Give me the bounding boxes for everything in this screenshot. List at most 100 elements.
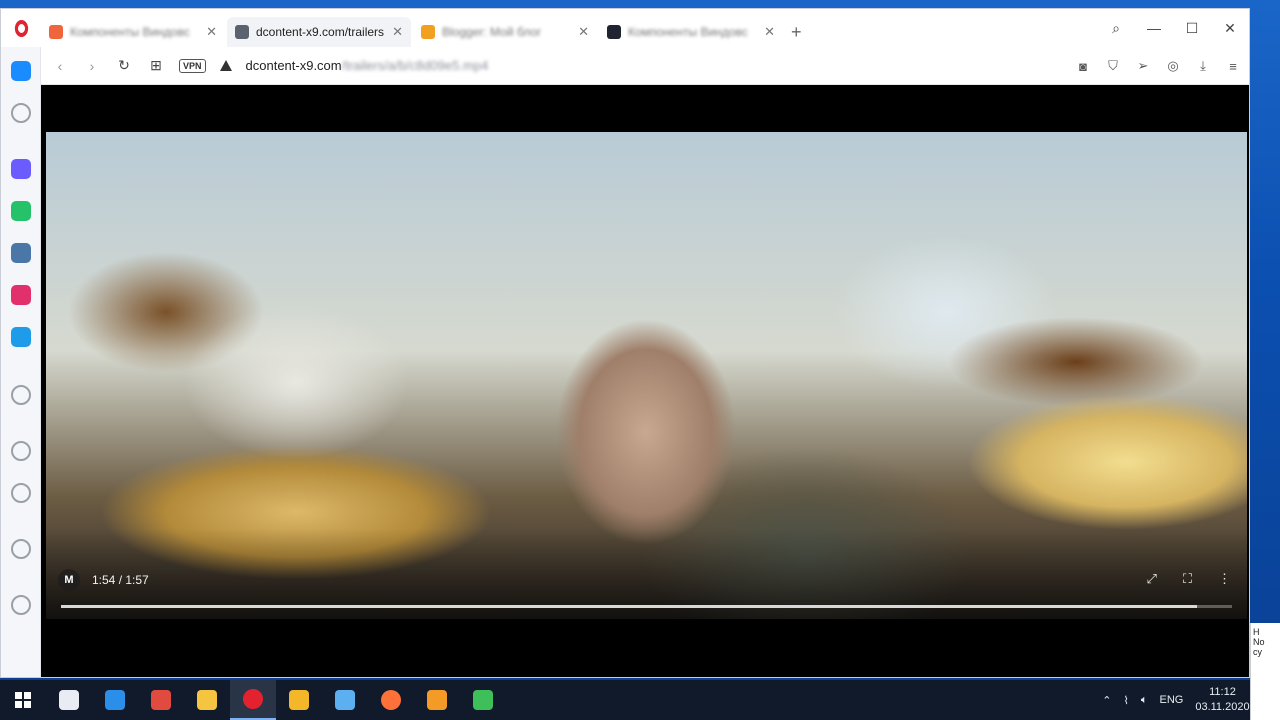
download-icon[interactable]: ⤓ <box>1195 58 1211 74</box>
tab-close-icon[interactable]: ✕ <box>578 24 589 40</box>
firefox-icon <box>381 690 401 710</box>
taskbar-paint[interactable] <box>138 680 184 720</box>
maximize-icon[interactable]: ☐ <box>1173 20 1211 37</box>
tab-close-icon[interactable]: ✕ <box>206 24 217 40</box>
url-path: /trailers/a/b/c8d09e5.mp4 <box>341 58 489 73</box>
vpn-status-icon[interactable]: ◎ <box>1165 58 1181 74</box>
file-explorer-icon <box>197 690 217 710</box>
plus-icon[interactable]: + <box>791 22 802 43</box>
chevron-up-icon[interactable]: ⌃ <box>1102 694 1111 707</box>
forward-icon[interactable]: › <box>83 58 101 74</box>
task-view-icon <box>59 690 79 710</box>
fragment-line: No <box>1253 637 1265 647</box>
tabs-grid-icon[interactable]: ⊞ <box>147 57 165 74</box>
sidebar-messenger-icon[interactable] <box>11 159 31 179</box>
fragment-line: H <box>1253 627 1260 637</box>
search-icon[interactable]: ⌕ <box>1097 20 1135 37</box>
opera-logo-icon <box>14 19 28 37</box>
clock[interactable]: 11:12 03.11.2020 <box>1195 685 1249 715</box>
taskbar-sketch-app[interactable] <box>460 680 506 720</box>
taskbar-firefox[interactable] <box>368 680 414 720</box>
opera-menu-button[interactable] <box>1 9 41 47</box>
language-indicator[interactable]: ENG <box>1160 694 1184 706</box>
tab-favicon-icon <box>607 25 621 39</box>
volume-icon[interactable]: 🔈︎ <box>1141 694 1148 707</box>
clock-time: 11:12 <box>1209 686 1236 698</box>
not-secure-icon[interactable] <box>219 60 232 71</box>
sketch-app-icon <box>473 690 493 710</box>
reload-icon[interactable]: ↻ <box>115 57 133 74</box>
sidebar-history-icon[interactable] <box>11 483 31 503</box>
more-icon[interactable]: ⋮ <box>1218 571 1231 587</box>
player-right-controls: ⤢ ⛶ ⋮ <box>1146 571 1231 587</box>
back-icon[interactable]: ‹ <box>51 58 69 74</box>
tab-3[interactable]: Компоненты Виндовс ✕ <box>599 17 783 47</box>
orange-app-icon <box>427 690 447 710</box>
sidebar-whatsapp-icon[interactable] <box>11 201 31 221</box>
sidebar <box>1 47 41 677</box>
tab-2[interactable]: Blogger: Мой блог ✕ <box>413 17 597 47</box>
tab-title: Blogger: Мой блог <box>442 25 542 39</box>
playback-time: 1:54 / 1:57 <box>92 573 149 587</box>
minimize-icon[interactable]: — <box>1135 20 1173 36</box>
sidebar-speed-dial-icon[interactable] <box>11 103 31 123</box>
tab-title: Компоненты Виндовс <box>70 25 190 39</box>
sidebar-instagram-icon[interactable] <box>11 285 31 305</box>
fragment-line: су <box>1253 647 1262 657</box>
mute-button[interactable]: M <box>58 569 80 591</box>
address-actions: ◙ ⛉ ➢ ◎ ⤓ ≡ <box>1075 47 1241 85</box>
taskbar-opera[interactable] <box>230 680 276 720</box>
star-app-icon <box>289 690 309 710</box>
sidebar-more-icon[interactable] <box>11 595 31 615</box>
taskbar-mail[interactable] <box>92 680 138 720</box>
tab-close-icon[interactable]: ✕ <box>764 24 775 40</box>
progress-bar[interactable] <box>61 605 1232 608</box>
3d-viewer-icon <box>335 690 355 710</box>
sidebar-vk-icon[interactable] <box>11 243 31 263</box>
progress-fill <box>61 605 1197 608</box>
sidebar-bookmarks-icon[interactable] <box>11 327 31 347</box>
tab-bar: Компоненты Виндовс ✕ dcontent-x9.com/trail… <box>1 9 1249 47</box>
url-field[interactable]: dcontent-x9.com /trailers/a/b/c8d09e5.mp… <box>246 58 489 73</box>
clock-date: 03.11.2020 <box>1195 701 1250 713</box>
tab-0[interactable]: Компоненты Виндовс ✕ <box>41 17 225 47</box>
url-host: dcontent-x9.com <box>245 58 342 73</box>
taskbar-file-explorer[interactable] <box>184 680 230 720</box>
vpn-badge[interactable]: VPN <box>179 58 206 73</box>
taskbar-star-app[interactable] <box>276 680 322 720</box>
windows-icon <box>15 692 31 708</box>
address-bar: ‹ › ↻ ⊞ VPN dcontent-x9.com /trailers/a/… <box>41 47 1249 85</box>
close-icon[interactable]: ✕ <box>1211 20 1249 37</box>
shield-icon[interactable]: ⛉ <box>1105 58 1121 74</box>
tab-close-icon[interactable]: ✕ <box>392 24 403 40</box>
network-icon[interactable]: ⌇ <box>1124 694 1129 707</box>
expand-icon[interactable]: ⤢ <box>1146 571 1156 587</box>
browser-window: Компоненты Виндовс ✕ dcontent-x9.com/trail… <box>0 8 1250 678</box>
taskbar-orange-app[interactable] <box>414 680 460 720</box>
tab-title: dcontent-x9.com/trailers <box>256 25 385 39</box>
taskbar-3d-viewer[interactable] <box>322 680 368 720</box>
video-frame[interactable]: M 1:54 / 1:57 ⤢ ⛶ ⋮ <box>46 132 1247 619</box>
send-icon[interactable]: ➢ <box>1135 58 1151 74</box>
background-window-fragment: H No су <box>1250 623 1280 720</box>
tab-favicon-icon <box>421 25 435 39</box>
mail-icon <box>105 690 125 710</box>
menu-icon[interactable]: ≡ <box>1225 59 1241 74</box>
taskbar-task-view[interactable] <box>46 680 92 720</box>
player-controls: M 1:54 / 1:57 ⤢ ⛶ ⋮ <box>46 559 1247 619</box>
tab-favicon-icon <box>49 25 63 39</box>
opera-icon <box>243 689 263 709</box>
sidebar-send-icon[interactable] <box>11 385 31 405</box>
tab-1[interactable]: dcontent-x9.com/trailers ✕ <box>227 17 411 47</box>
taskbar: ⌃ ⌇ 🔈︎ ENG 11:12 03.11.2020 ▭ <box>0 680 1280 720</box>
fullscreen-icon[interactable]: ⛶ <box>1183 571 1192 587</box>
sidebar-home-icon[interactable] <box>11 61 31 81</box>
sidebar-heart-icon[interactable] <box>11 441 31 461</box>
tab-title: Компоненты Виндовс <box>628 25 748 39</box>
sidebar-lightbulb-icon[interactable] <box>11 539 31 559</box>
window-controls: ⌕ — ☐ ✕ <box>1097 9 1249 47</box>
start-button[interactable] <box>0 680 46 720</box>
camera-icon[interactable]: ◙ <box>1075 59 1091 74</box>
paint-icon <box>151 690 171 710</box>
video-player[interactable]: M 1:54 / 1:57 ⤢ ⛶ ⋮ <box>41 85 1249 677</box>
